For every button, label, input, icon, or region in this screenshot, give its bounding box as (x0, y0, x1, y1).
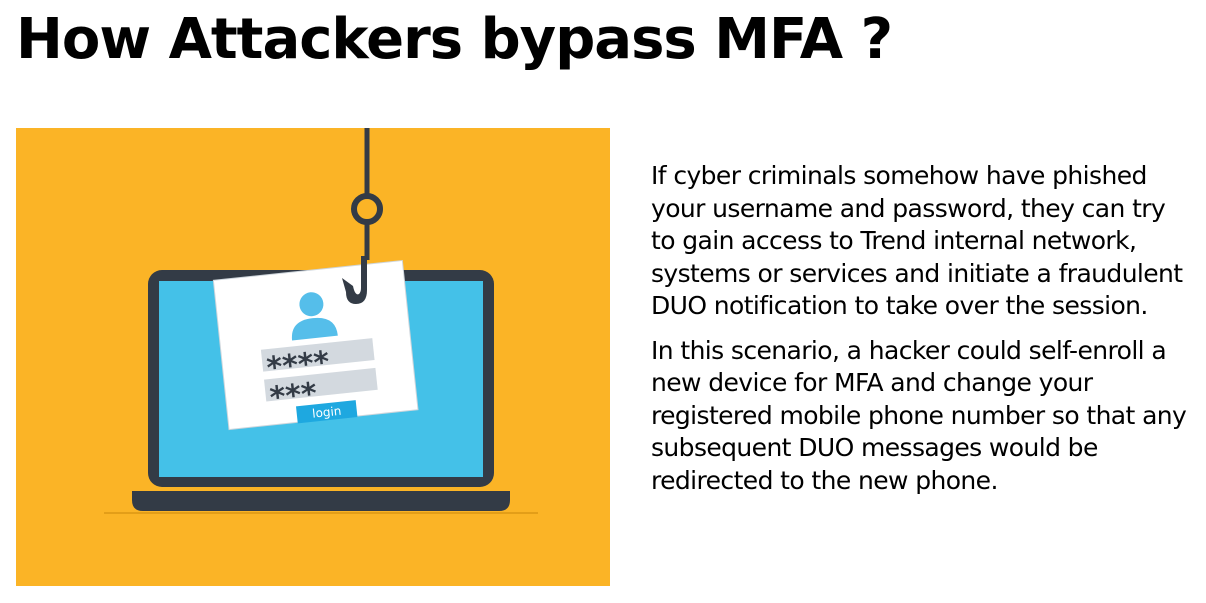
phishing-illustration: **** *** login (16, 128, 610, 586)
slide-title: How Attackers bypass MFA ? (16, 7, 893, 72)
phished-login-card: **** *** login (212, 259, 419, 431)
paragraph-phishing: If cyber criminals somehow have phished … (651, 161, 1183, 320)
paragraph-scenario: In this scenario, a hacker could self-en… (651, 335, 1187, 495)
body-text: If cyber criminals somehow have phished … (651, 160, 1196, 509)
